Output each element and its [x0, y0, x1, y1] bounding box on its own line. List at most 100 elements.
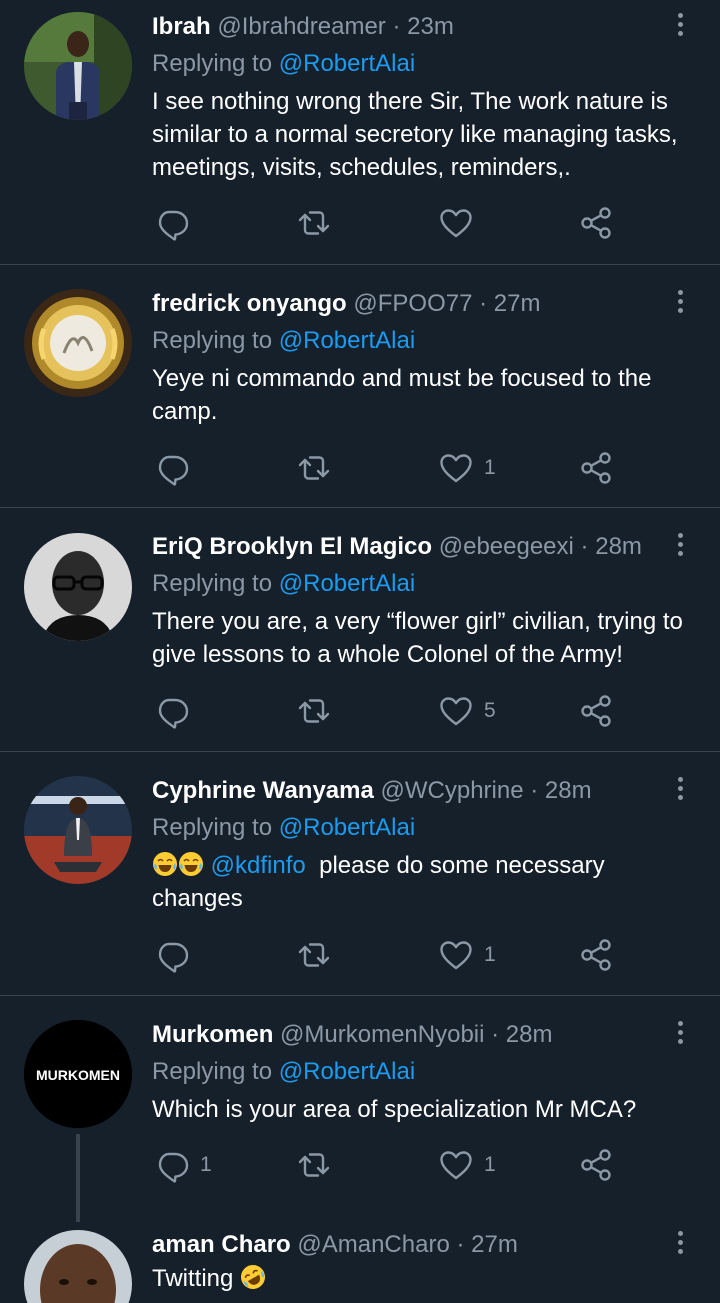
author-handle[interactable]: @ebeegeexi: [439, 533, 574, 560]
heart-icon: [436, 203, 476, 243]
tweet[interactable]: Ibrah @Ibrahdreamer · 23m Replying to @R…: [0, 0, 720, 265]
author-handle[interactable]: @WCyphrine: [381, 777, 524, 804]
heart-icon: [436, 1145, 476, 1185]
timestamp[interactable]: 27m: [471, 1231, 518, 1258]
share-button[interactable]: [576, 1145, 616, 1185]
like-button[interactable]: [436, 203, 484, 243]
tweet[interactable]: aman Charo @AmanCharo · 27m Twitting: [0, 1213, 720, 1303]
author-name[interactable]: fredrick onyango: [152, 290, 347, 317]
reply-button[interactable]: 1: [152, 1145, 212, 1185]
reply-icon: [152, 448, 192, 488]
like-button[interactable]: 5: [436, 691, 496, 731]
retweet-button[interactable]: [294, 691, 342, 731]
reply-button[interactable]: [152, 448, 200, 488]
separator-dot: ·: [491, 1021, 500, 1048]
replying-to-mention[interactable]: @RobertAlai: [279, 327, 415, 354]
author-name[interactable]: Ibrah: [152, 13, 211, 40]
replying-to-mention[interactable]: @RobertAlai: [279, 50, 415, 77]
replying-to: Replying to @RobertAlai: [152, 567, 692, 601]
retweet-icon: [294, 1145, 334, 1185]
author-name[interactable]: Murkomen: [152, 1021, 273, 1048]
author-name[interactable]: Cyphrine Wanyama: [152, 777, 374, 804]
replying-to-mention[interactable]: @RobertAlai: [279, 814, 415, 841]
separator-dot: ·: [479, 290, 488, 317]
more-options-button[interactable]: [672, 10, 688, 44]
like-button[interactable]: 1: [436, 448, 496, 488]
avatar[interactable]: MURKOMEN: [24, 1020, 132, 1128]
share-button[interactable]: [576, 203, 616, 243]
reply-icon: [152, 691, 192, 731]
share-icon: [576, 203, 616, 243]
more-options-button[interactable]: [672, 1018, 688, 1052]
reply-count: 1: [200, 1153, 212, 1176]
tweet-actions: 1: [152, 935, 622, 975]
text-mention[interactable]: @kdfinfo: [211, 852, 306, 879]
like-count: 5: [484, 699, 496, 722]
tweet[interactable]: Cyphrine Wanyama @WCyphrine · 28m Replyi…: [0, 752, 720, 996]
reply-button[interactable]: [152, 203, 200, 243]
avatar-photo-icon: [24, 533, 132, 641]
replying-to-label: Replying to: [152, 570, 273, 597]
tweet-text: Yeye ni commando and must be focused to …: [152, 365, 652, 425]
separator-dot: ·: [530, 777, 539, 804]
avatar-logo-text: MURKOMEN: [36, 1067, 120, 1083]
replying-to: Replying to @RobertAlai: [152, 811, 692, 845]
avatar[interactable]: [24, 289, 132, 397]
replying-to-mention[interactable]: @RobertAlai: [279, 570, 415, 597]
retweet-button[interactable]: [294, 203, 342, 243]
author-handle[interactable]: @FPOO77: [353, 290, 472, 317]
share-button[interactable]: [576, 935, 616, 975]
timestamp[interactable]: 28m: [545, 777, 592, 804]
author-name[interactable]: EriQ Brooklyn El Magico: [152, 533, 432, 560]
more-options-button[interactable]: [672, 774, 688, 808]
avatar[interactable]: [24, 776, 132, 884]
timestamp[interactable]: 27m: [494, 290, 541, 317]
tweet[interactable]: fredrick onyango @FPOO77 · 27m Replying …: [0, 265, 720, 508]
avatar[interactable]: [24, 533, 132, 641]
more-options-button[interactable]: [672, 530, 688, 564]
retweet-icon: [294, 691, 334, 731]
more-vertical-icon: [677, 1021, 683, 1026]
retweet-icon: [294, 203, 334, 243]
heart-icon: [436, 448, 476, 488]
retweet-button[interactable]: [294, 1145, 342, 1185]
share-button[interactable]: [576, 691, 616, 731]
replying-to: Replying to @RobertAlai: [152, 1055, 692, 1089]
reply-button[interactable]: [152, 935, 200, 975]
retweet-button[interactable]: [294, 448, 342, 488]
reply-icon: [152, 935, 192, 975]
timestamp[interactable]: 23m: [407, 13, 454, 40]
author-handle[interactable]: @Ibrahdreamer: [217, 13, 385, 40]
replying-to-label: Replying to: [152, 327, 273, 354]
timestamp[interactable]: 28m: [506, 1021, 553, 1048]
more-options-button[interactable]: [672, 1228, 688, 1262]
rolling-on-floor-laughing-emoji: [240, 1264, 266, 1290]
author-name[interactable]: aman Charo: [152, 1231, 291, 1258]
more-options-button[interactable]: [672, 287, 688, 321]
replying-to-mention[interactable]: @RobertAlai: [279, 1058, 415, 1085]
author-handle[interactable]: @MurkomenNyobii: [280, 1021, 484, 1048]
replying-to-label: Replying to: [152, 50, 273, 77]
like-count: 1: [484, 943, 496, 966]
reply-button[interactable]: [152, 691, 200, 731]
like-count: 1: [484, 456, 496, 479]
share-button[interactable]: [576, 448, 616, 488]
more-vertical-icon: [677, 777, 683, 782]
heart-icon: [436, 935, 476, 975]
share-icon: [576, 448, 616, 488]
tweet-text: There you are, a very “flower girl” civi…: [152, 608, 683, 668]
like-button[interactable]: 1: [436, 1145, 496, 1185]
retweet-button[interactable]: [294, 935, 342, 975]
avatar[interactable]: [24, 12, 132, 120]
timestamp[interactable]: 28m: [595, 533, 642, 560]
author-handle[interactable]: @AmanCharo: [297, 1231, 449, 1258]
avatar[interactable]: [24, 1230, 132, 1303]
avatar-photo-icon: [24, 776, 132, 884]
like-button[interactable]: 1: [436, 935, 496, 975]
replying-to-label: Replying to: [152, 814, 273, 841]
tweet[interactable]: MURKOMEN Murkomen @MurkomenNyobii · 28m …: [0, 996, 720, 1222]
tweet[interactable]: EriQ Brooklyn El Magico @ebeegeexi · 28m…: [0, 508, 720, 752]
tweet-actions: 5: [152, 691, 622, 731]
tweet-actions: 1 1: [152, 1145, 622, 1185]
more-vertical-icon: [677, 533, 683, 538]
